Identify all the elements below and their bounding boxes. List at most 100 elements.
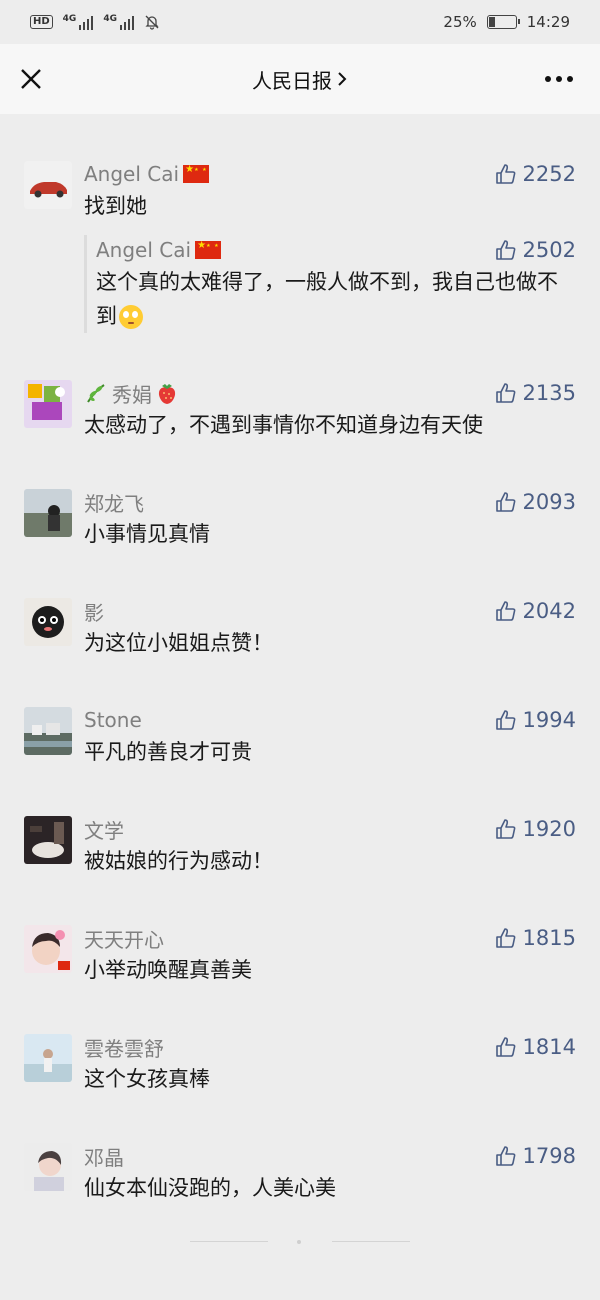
flushed-face-icon <box>119 305 143 329</box>
comment-author[interactable]: Stone <box>84 708 142 732</box>
thumbs-up-icon <box>495 1146 515 1166</box>
comment-item: 文学 1920 被姑娘的行为感动！ <box>0 814 600 878</box>
author-name: Angel Cai <box>96 238 192 262</box>
comment-author[interactable]: 雲卷雲舒 <box>84 1033 164 1062</box>
status-bar-right: 25% 14:29 <box>443 13 570 31</box>
author-name: 邓晶 <box>84 1145 124 1170</box>
comment-text: 平凡的善良才可贵 <box>84 740 252 764</box>
avatar[interactable] <box>24 380 72 428</box>
author-name: 文学 <box>84 818 124 843</box>
comment-item: 雲卷雲舒 1814 这个女孩真棒 <box>0 1032 600 1096</box>
china-flag-icon <box>183 164 210 183</box>
like-count: 2252 <box>522 162 576 186</box>
like-count: 1798 <box>522 1144 576 1168</box>
comment-text: 被姑娘的行为感动！ <box>84 849 273 873</box>
like-button[interactable]: 1814 <box>495 1035 576 1059</box>
comment-text: 这个女孩真棒 <box>84 1067 210 1091</box>
status-bar-left: HD 4G 4G <box>30 14 160 30</box>
like-button[interactable]: 1815 <box>495 926 576 950</box>
divider <box>190 1241 268 1242</box>
status-bar: HD 4G 4G 25% 14:29 <box>0 0 600 44</box>
like-button[interactable]: 2135 <box>495 381 576 405</box>
more-icon[interactable] <box>544 75 574 83</box>
avatar[interactable] <box>24 707 72 755</box>
thumbs-up-icon <box>495 819 515 839</box>
thumbs-up-icon <box>495 383 515 403</box>
battery-icon <box>486 15 520 29</box>
signal-icon: 4G <box>63 14 94 30</box>
battery-percent: 25% <box>443 13 477 31</box>
like-button[interactable]: 1994 <box>495 708 576 732</box>
signal-icon: 4G <box>103 14 134 30</box>
thumbs-up-icon <box>495 164 515 184</box>
nav-bar: 人民日报 <box>0 44 600 114</box>
comment-item: Stone 1994 平凡的善良才可贵 <box>0 705 600 769</box>
page-title[interactable]: 人民日报 <box>252 65 348 94</box>
thumbs-up-icon <box>495 1037 515 1057</box>
comment-body: 秀娟 2135 太感动了，不遇到事情你不知道身边有天使 <box>84 378 576 442</box>
like-count: 2502 <box>522 238 576 262</box>
like-button[interactable]: 2093 <box>495 490 576 514</box>
comment-author[interactable]: 影 <box>84 597 104 626</box>
comment-text: 找到她 <box>84 194 147 218</box>
comment-author[interactable]: 文学 <box>84 815 124 844</box>
comment-item: 影 2042 为这位小姐姐点赞！ <box>0 596 600 660</box>
thumbs-up-icon <box>495 492 515 512</box>
comment-body: Angel Cai 2252 找到她 Angel Cai <box>84 159 576 333</box>
hd-badge: HD <box>30 15 53 29</box>
author-name: Angel Cai <box>84 162 180 186</box>
avatar[interactable] <box>24 598 72 646</box>
author-reply: Angel Cai 2502 这个真的太难得了，一般人做不到，我自己也做不到 <box>84 235 576 333</box>
comment-author[interactable]: 秀娟 <box>84 379 178 408</box>
clock: 14:29 <box>526 13 570 31</box>
like-button[interactable]: 2042 <box>495 599 576 623</box>
comment-author[interactable]: Angel Cai <box>84 162 210 186</box>
like-button[interactable]: 1798 <box>495 1144 576 1168</box>
mute-bell-icon <box>145 15 159 30</box>
comment-body: 郑龙飞 2093 小事情见真情 <box>84 487 576 551</box>
comment-author[interactable]: 邓晶 <box>84 1142 124 1171</box>
comment-text: 太感动了，不遇到事情你不知道身边有天使 <box>84 413 483 437</box>
comment-item: 天天开心 1815 小举动唤醒真善美 <box>0 923 600 987</box>
author-name: 天天开心 <box>84 927 164 952</box>
comment-text: 小事情见真情 <box>84 522 210 546</box>
comment-author[interactable]: 天天开心 <box>84 924 164 953</box>
comment-body: 雲卷雲舒 1814 这个女孩真棒 <box>84 1032 576 1096</box>
avatar[interactable] <box>24 489 72 537</box>
comment-body: 邓晶 1798 仙女本仙没跑的，人美心美 <box>84 1141 576 1205</box>
avatar[interactable] <box>24 161 72 209</box>
comment-author[interactable]: 郑龙飞 <box>84 488 144 517</box>
comment-text: 仙女本仙没跑的，人美心美 <box>84 1176 336 1200</box>
divider <box>332 1241 410 1242</box>
thumbs-up-icon <box>495 601 515 621</box>
avatar[interactable] <box>24 925 72 973</box>
comment-item: Angel Cai 2252 找到她 Angel Cai <box>0 159 600 333</box>
comment-item: 郑龙飞 2093 小事情见真情 <box>0 487 600 551</box>
like-button[interactable]: 1920 <box>495 817 576 841</box>
like-count: 2135 <box>522 381 576 405</box>
author-name: 秀娟 <box>112 382 152 407</box>
comment-body: 天天开心 1815 小举动唤醒真善美 <box>84 923 576 987</box>
close-icon[interactable] <box>18 66 44 92</box>
avatar[interactable] <box>24 816 72 864</box>
thumbs-up-icon <box>495 928 515 948</box>
like-count: 1814 <box>522 1035 576 1059</box>
author-name: Stone <box>84 708 142 732</box>
china-flag-icon <box>195 240 222 259</box>
like-count: 2042 <box>522 599 576 623</box>
avatar[interactable] <box>24 1034 72 1082</box>
list-end-indicator <box>0 1240 600 1244</box>
thumbs-up-icon <box>495 710 515 730</box>
reply-text: 这个真的太难得了，一般人做不到，我自己也做不到 <box>96 265 576 333</box>
comment-text: 为这位小姐姐点赞！ <box>84 631 273 655</box>
like-count: 2093 <box>522 490 576 514</box>
herb-icon <box>87 384 105 403</box>
like-button[interactable]: 2252 <box>495 162 576 186</box>
comment-item: 秀娟 2135 太感动了，不遇到事情你不知道身边有天使 <box>0 378 600 442</box>
reply-author[interactable]: Angel Cai <box>96 238 222 262</box>
like-count: 1994 <box>522 708 576 732</box>
like-button[interactable]: 2502 <box>495 238 576 262</box>
page-title-text: 人民日报 <box>252 68 332 93</box>
author-name: 影 <box>84 600 104 625</box>
avatar[interactable] <box>24 1143 72 1191</box>
